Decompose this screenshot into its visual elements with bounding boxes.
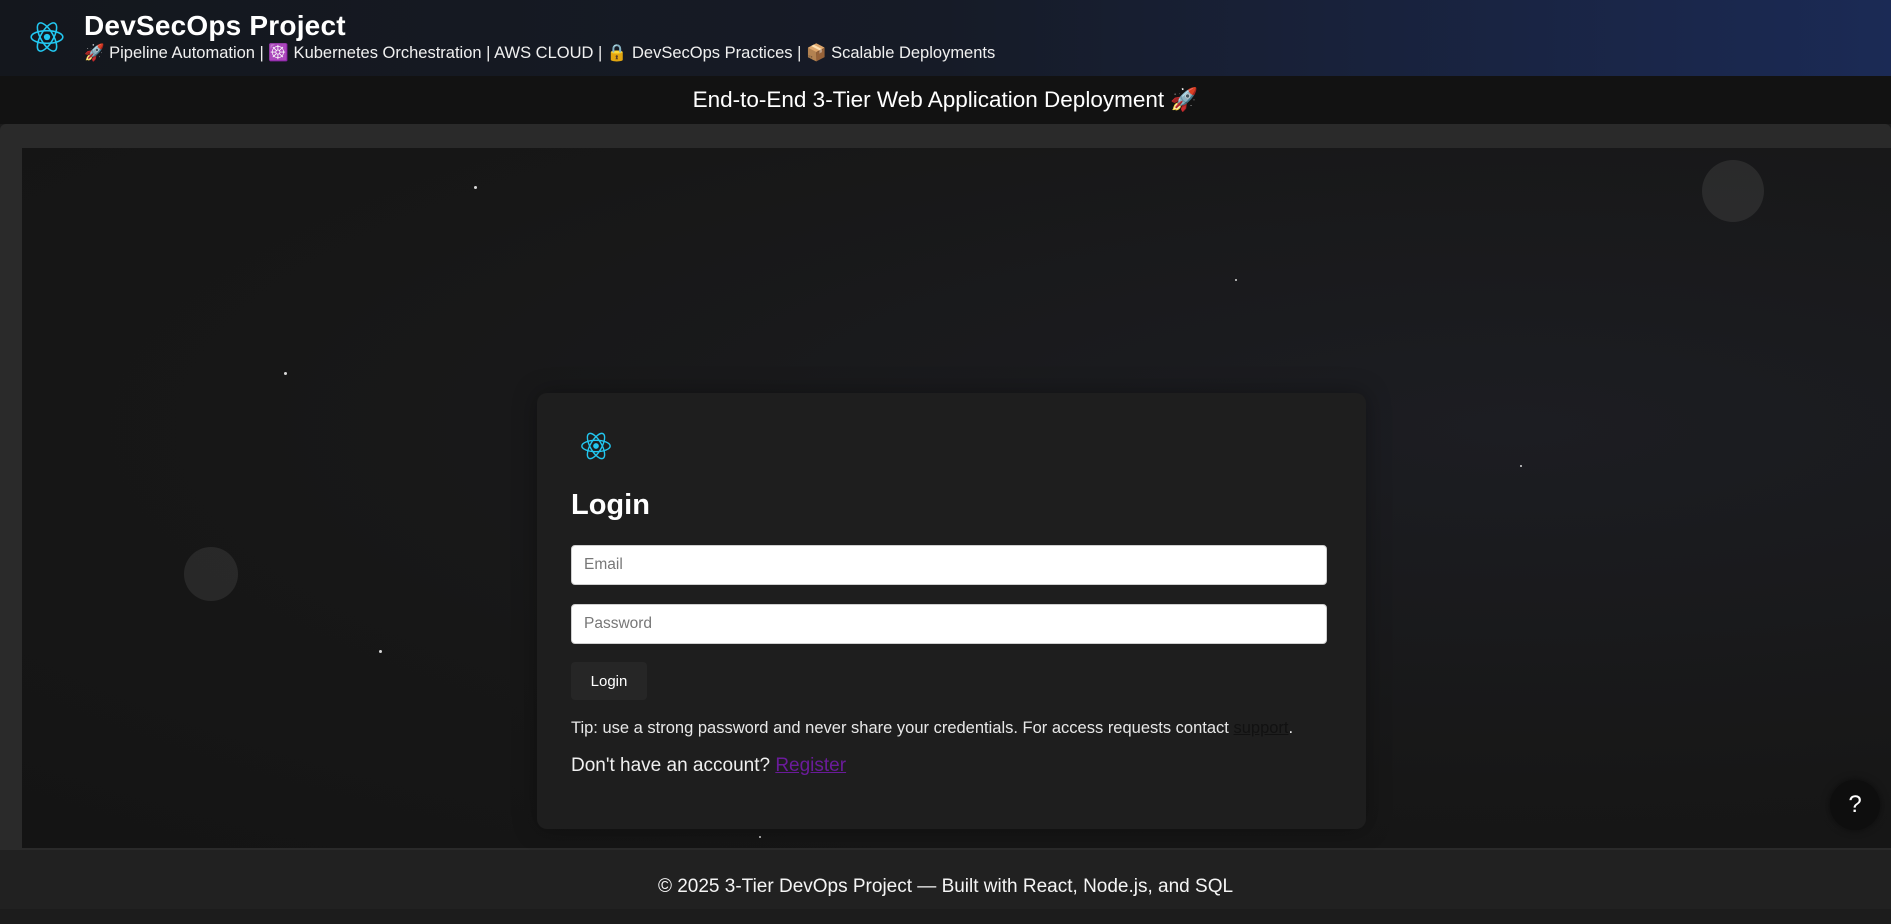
tip-text: Tip: use a strong password and never sha… [571,719,1234,737]
tip-end: . [1288,719,1294,737]
login-card: Login Login Tip: use a strong password a… [537,393,1366,829]
support-link[interactable]: support [1233,719,1288,737]
help-button[interactable]: ? [1830,780,1880,830]
decorative-star [379,650,382,653]
decorative-star [284,372,287,375]
decorative-star [1520,465,1522,467]
decorative-star [474,186,477,189]
page-banner: End-to-End 3-Tier Web Application Deploy… [0,76,1891,124]
register-prompt-text: Don't have an account? [571,755,776,776]
react-atom-icon [30,22,64,52]
react-atom-icon [581,432,611,460]
decorative-bubble [184,547,238,601]
login-button[interactable]: Login [571,662,647,700]
register-prompt: Don't have an account? Register [571,755,846,777]
login-heading: Login [571,489,650,521]
register-link[interactable]: Register [775,755,846,776]
decorative-bubble [1702,160,1764,222]
decorative-star [759,836,761,838]
app-tagline: 🚀 Pipeline Automation | ☸️ Kubernetes Or… [84,44,996,62]
email-field[interactable] [571,545,1327,585]
password-field[interactable] [571,604,1327,644]
app-title: DevSecOps Project [84,10,346,41]
top-header: DevSecOps Project 🚀 Pipeline Automation … [0,0,1891,76]
password-tip: Tip: use a strong password and never sha… [571,719,1293,738]
page-footer: © 2025 3-Tier DevOps Project — Built wit… [0,850,1891,909]
decorative-star [1235,279,1237,281]
